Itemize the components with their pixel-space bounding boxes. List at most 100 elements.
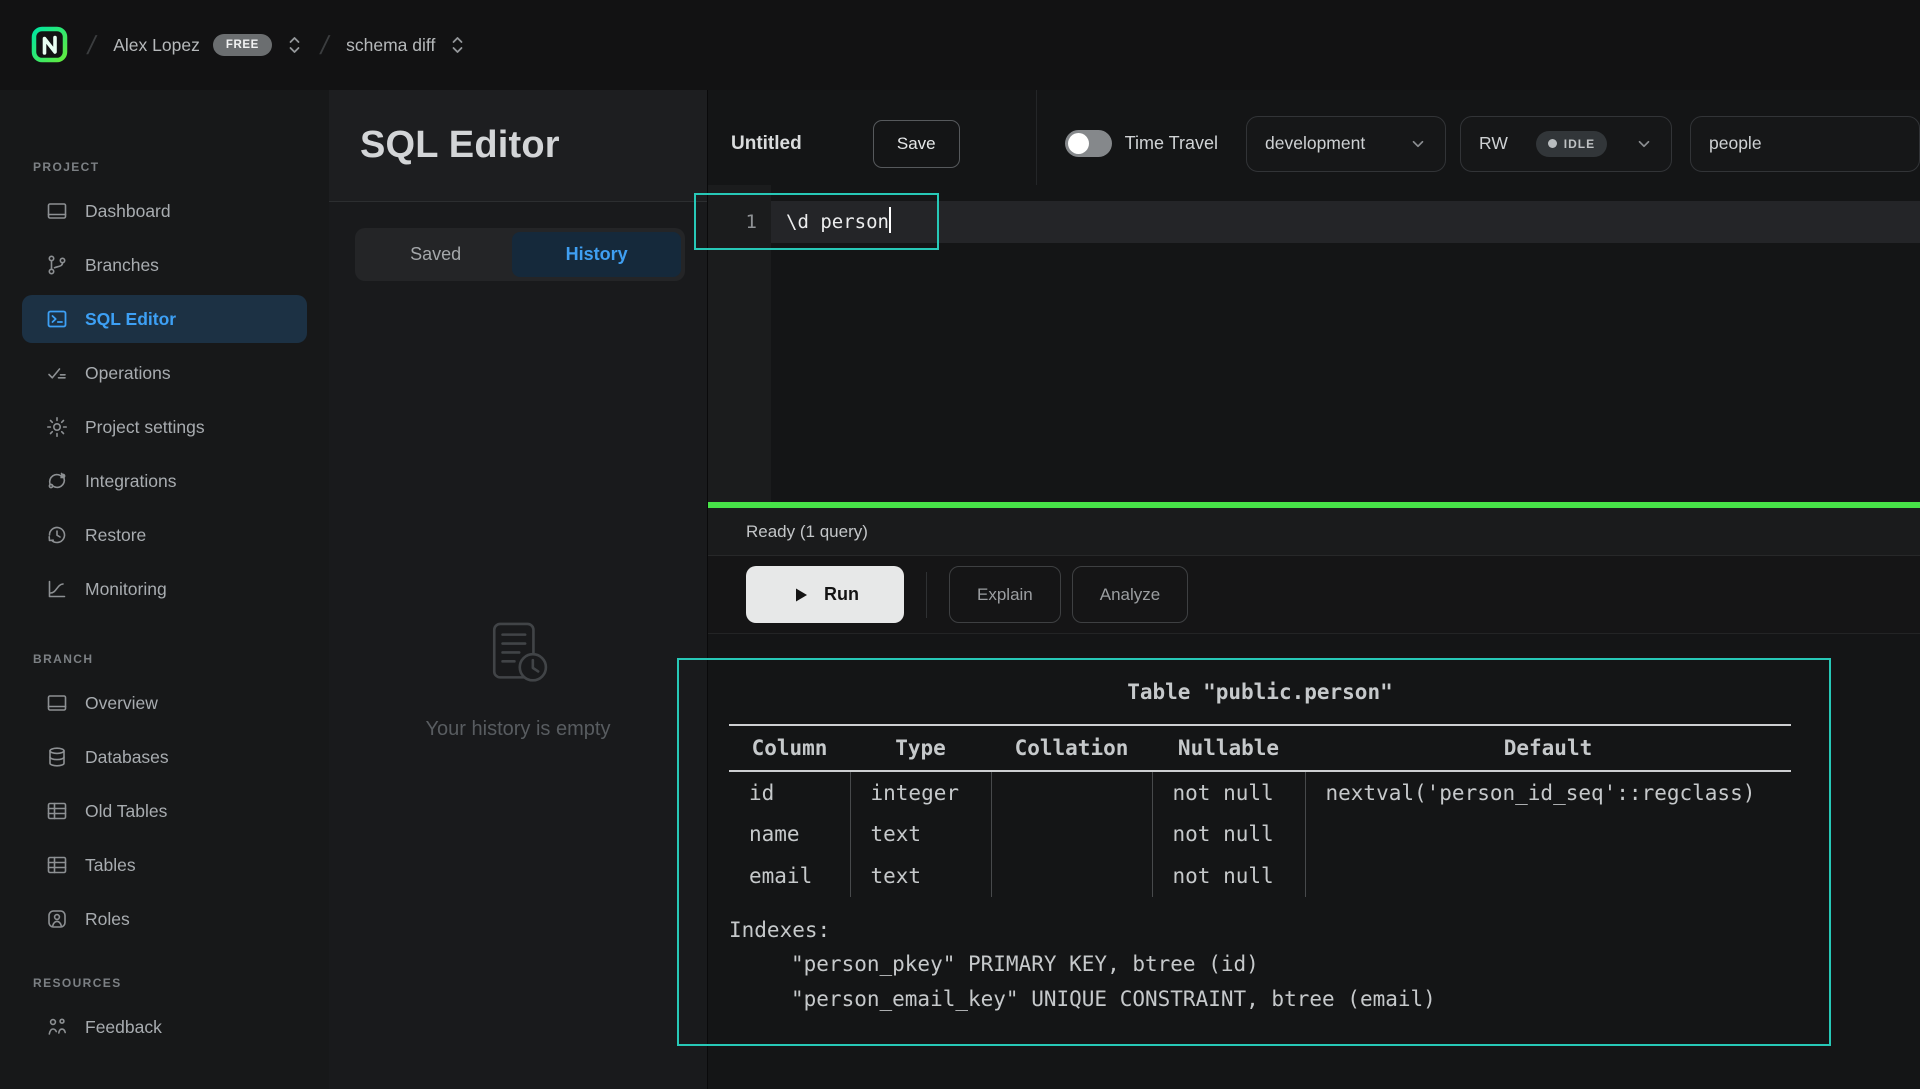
index-line: "person_email_key" UNIQUE CONSTRAINT, bt…	[729, 982, 1791, 1017]
sidebar-section-resources: RESOURCES	[33, 976, 329, 990]
sidebar-section-branch: BRANCH	[33, 652, 329, 666]
neon-logo-icon[interactable]	[30, 25, 70, 65]
compute-status-badge: IDLE	[1536, 131, 1607, 157]
project-name[interactable]: schema diff	[346, 35, 435, 56]
sidebar-item-roles[interactable]: Roles	[22, 892, 307, 946]
operations-icon	[45, 361, 69, 385]
cell-type: text	[850, 855, 991, 897]
monitoring-chart-icon	[45, 577, 69, 601]
history-empty-state: Your history is empty	[329, 618, 707, 741]
cell-collation	[991, 855, 1152, 897]
status-dot-icon	[1548, 139, 1557, 148]
time-travel-toggle[interactable]	[1065, 130, 1112, 157]
status-bar: Ready (1 query)	[708, 508, 1920, 556]
analyze-button[interactable]: Analyze	[1072, 566, 1188, 623]
branch-selected-value: development	[1265, 133, 1365, 154]
column-header: Default	[1305, 725, 1791, 771]
overview-icon	[45, 691, 69, 715]
database-selector[interactable]: people	[1690, 116, 1920, 172]
column-header: Collation	[991, 725, 1152, 771]
history-empty-document-clock-icon	[480, 618, 556, 694]
code-editor[interactable]: 1 \d person	[708, 185, 1920, 502]
sidebar-item-label: Roles	[85, 909, 130, 930]
app-window: / Alex Lopez FREE / schema diff PROJECT …	[0, 0, 1920, 1089]
play-icon	[791, 585, 811, 605]
table-icon	[45, 853, 69, 877]
sidebar-item-overview[interactable]: Overview	[22, 676, 307, 730]
editor-header: Untitled Save Time Travel development RW…	[708, 90, 1920, 185]
sidebar-item-label: SQL Editor	[85, 309, 176, 330]
query-title[interactable]: Untitled	[731, 133, 802, 155]
tab-history[interactable]: History	[512, 232, 681, 277]
chevron-down-icon	[1635, 135, 1653, 153]
saved-history-tabs: Saved History	[355, 228, 685, 281]
history-panel: SQL Editor Saved History Your history is…	[329, 90, 707, 1089]
branch-selector[interactable]: development	[1246, 116, 1446, 172]
sidebar-item-tables[interactable]: Tables	[22, 838, 307, 892]
sidebar-item-dashboard[interactable]: Dashboard	[22, 184, 307, 238]
active-line-highlight	[771, 201, 1920, 243]
table-row: id integer not null nextval('person_id_s…	[729, 771, 1791, 813]
cell-collation	[991, 771, 1152, 813]
sidebar-section-project: PROJECT	[33, 160, 329, 174]
sidebar-item-monitoring[interactable]: Monitoring	[22, 562, 307, 616]
gear-icon	[45, 415, 69, 439]
sidebar-item-label: Monitoring	[85, 579, 167, 600]
sidebar-item-label: Integrations	[85, 471, 176, 492]
sidebar-item-label: Project settings	[85, 417, 205, 438]
run-label: Run	[824, 584, 859, 605]
compute-selector[interactable]: RW IDLE	[1460, 116, 1672, 172]
line-number: 1	[708, 201, 757, 243]
page-title: SQL Editor	[360, 124, 560, 167]
result-header-row: Column Type Collation Nullable Default	[729, 725, 1791, 771]
sidebar-item-integrations[interactable]: Integrations	[22, 454, 307, 508]
sidebar-item-label: Restore	[85, 525, 146, 546]
top-bar: / Alex Lopez FREE / schema diff	[0, 0, 1920, 90]
save-button[interactable]: Save	[873, 120, 960, 168]
cell-nullable: not null	[1152, 771, 1305, 813]
cell-nullable: not null	[1152, 855, 1305, 897]
sidebar-item-label: Old Tables	[85, 801, 167, 822]
tab-saved[interactable]: Saved	[359, 232, 512, 277]
result-table: Column Type Collation Nullable Default i…	[729, 724, 1791, 897]
header-divider	[1036, 90, 1037, 185]
column-header: Column	[729, 725, 850, 771]
cell-column: name	[729, 813, 850, 855]
sidebar-item-sql-editor[interactable]: SQL Editor	[22, 295, 307, 343]
cell-default	[1305, 855, 1791, 897]
cell-collation	[991, 813, 1152, 855]
project-switcher-chevrons-icon[interactable]	[449, 34, 466, 56]
cell-nullable: not null	[1152, 813, 1305, 855]
compute-mode: RW	[1479, 133, 1508, 154]
breadcrumb-separator: /	[318, 30, 332, 61]
explain-button[interactable]: Explain	[949, 566, 1061, 623]
cell-type: text	[850, 813, 991, 855]
table-icon	[45, 799, 69, 823]
sidebar-item-databases[interactable]: Databases	[22, 730, 307, 784]
sidebar-item-feedback[interactable]: Feedback	[22, 1000, 307, 1054]
sidebar-item-label: Dashboard	[85, 201, 171, 222]
sidebar-item-label: Overview	[85, 693, 158, 714]
org-switcher-chevrons-icon[interactable]	[286, 34, 303, 56]
results-panel: Table "public.person" Column Type Collat…	[708, 634, 1920, 1089]
sidebar: PROJECT Dashboard Branches	[0, 90, 329, 1089]
code-text: \d person	[786, 211, 889, 233]
sidebar-item-label: Databases	[85, 747, 169, 768]
column-header: Nullable	[1152, 725, 1305, 771]
history-empty-text: Your history is empty	[426, 718, 611, 741]
sidebar-item-operations[interactable]: Operations	[22, 346, 307, 400]
sidebar-item-project-settings[interactable]: Project settings	[22, 400, 307, 454]
sidebar-item-old-tables[interactable]: Old Tables	[22, 784, 307, 838]
query-toolbar: Run Explain Analyze	[708, 556, 1920, 634]
sidebar-item-label: Tables	[85, 855, 136, 876]
org-name[interactable]: Alex Lopez	[113, 35, 200, 56]
run-button[interactable]: Run	[746, 566, 904, 623]
database-icon	[45, 745, 69, 769]
table-row: email text not null	[729, 855, 1791, 897]
cell-default	[1305, 813, 1791, 855]
code-line[interactable]: \d person	[786, 201, 891, 243]
sidebar-item-restore[interactable]: Restore	[22, 508, 307, 562]
dashboard-icon	[45, 199, 69, 223]
sidebar-item-branches[interactable]: Branches	[22, 238, 307, 292]
toolbar-divider	[926, 572, 927, 618]
